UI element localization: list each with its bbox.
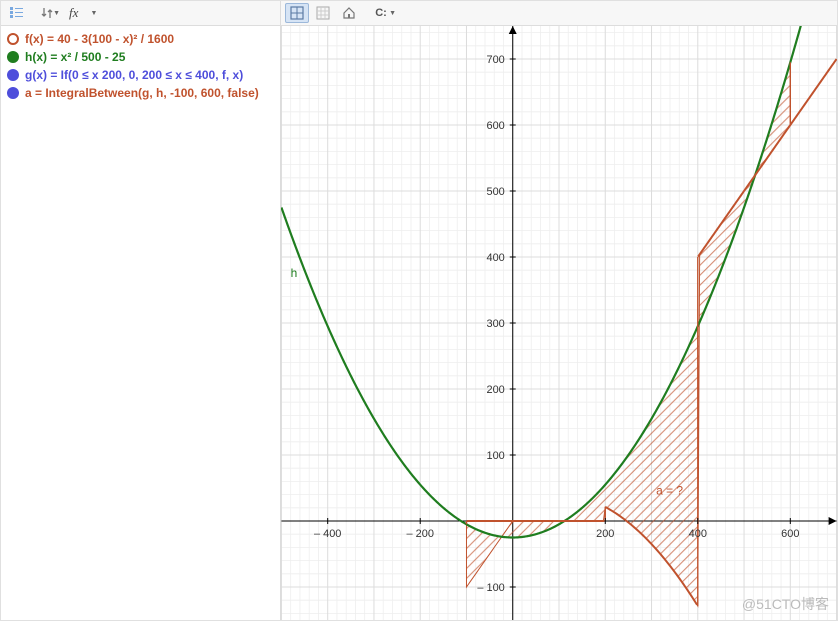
chevron-down-icon: ▼ [389,10,396,17]
chevron-down-icon: ▼ [90,10,97,17]
visibility-bullet[interactable] [7,33,19,45]
point-capture-dropdown[interactable]: C: ▼ [363,3,399,23]
svg-text:600: 600 [486,120,504,132]
graphics-toolbar: C: ▼ [281,1,837,25]
svg-text:– 100: – 100 [477,582,504,594]
alg-item-f[interactable]: f(x) = 40 - 3(100 - x)² / 1600 [1,30,280,48]
algebra-view: f(x) = 40 - 3(100 - x)² / 1600 h(x) = x²… [1,26,281,620]
visibility-bullet[interactable] [7,69,19,81]
home-button[interactable] [337,3,361,23]
alg-expr: a = IntegralBetween(g, h, -100, 600, fal… [25,86,259,100]
svg-text:700: 700 [486,54,504,66]
svg-text:300: 300 [486,318,504,330]
svg-text:– 200: – 200 [407,528,434,540]
alg-expr: f(x) = 40 - 3(100 - x)² / 1600 [25,32,174,46]
svg-text:500: 500 [486,186,504,198]
chevron-down-icon: ▼ [53,10,60,17]
watermark: @51CTO博客 [742,594,829,614]
sort-icon [41,7,53,19]
graphics-view[interactable]: – 400 – 200 200 400 600 – 100 100 200 300 400 500 6… [281,26,837,620]
svg-text:a = ?: a = ? [656,484,683,498]
algebra-toolbar: ▼ fx ▼ [1,1,281,25]
visibility-bullet[interactable] [7,51,19,63]
fx-dropdown[interactable]: ▼ [82,3,100,23]
visibility-bullet[interactable] [7,87,19,99]
svg-text:h: h [291,266,298,280]
svg-text:600: 600 [781,528,799,540]
plot-canvas[interactable]: – 400 – 200 200 400 600 – 100 100 200 300 400 500 6… [281,26,837,620]
alg-item-g[interactable]: g(x) = If(0 ≤ x 200, 0, 200 ≤ x ≤ 400, f… [1,66,280,84]
axes-icon [290,6,304,20]
svg-text:200: 200 [486,384,504,396]
svg-text:200: 200 [596,528,614,540]
alg-expr: g(x) = If(0 ≤ x 200, 0, 200 ≤ x ≤ 400, f… [25,68,243,82]
svg-text:– 400: – 400 [314,528,341,540]
svg-text:400: 400 [689,528,707,540]
toggle-grid-button[interactable] [311,3,335,23]
sort-dropdown[interactable]: ▼ [31,3,63,23]
grid-icon [316,6,330,20]
alg-item-h[interactable]: h(x) = x² / 500 - 25 [1,48,280,66]
fx-label: fx [69,5,78,21]
svg-text:100: 100 [486,450,504,462]
svg-text:400: 400 [486,252,504,264]
list-view-button[interactable] [5,3,29,23]
capture-label: C: [375,7,387,19]
list-icon [10,7,24,19]
alg-expr: h(x) = x² / 500 - 25 [25,50,125,64]
alg-item-a[interactable]: a = IntegralBetween(g, h, -100, 600, fal… [1,84,280,102]
toggle-axes-button[interactable] [285,3,309,23]
home-icon [342,6,356,20]
